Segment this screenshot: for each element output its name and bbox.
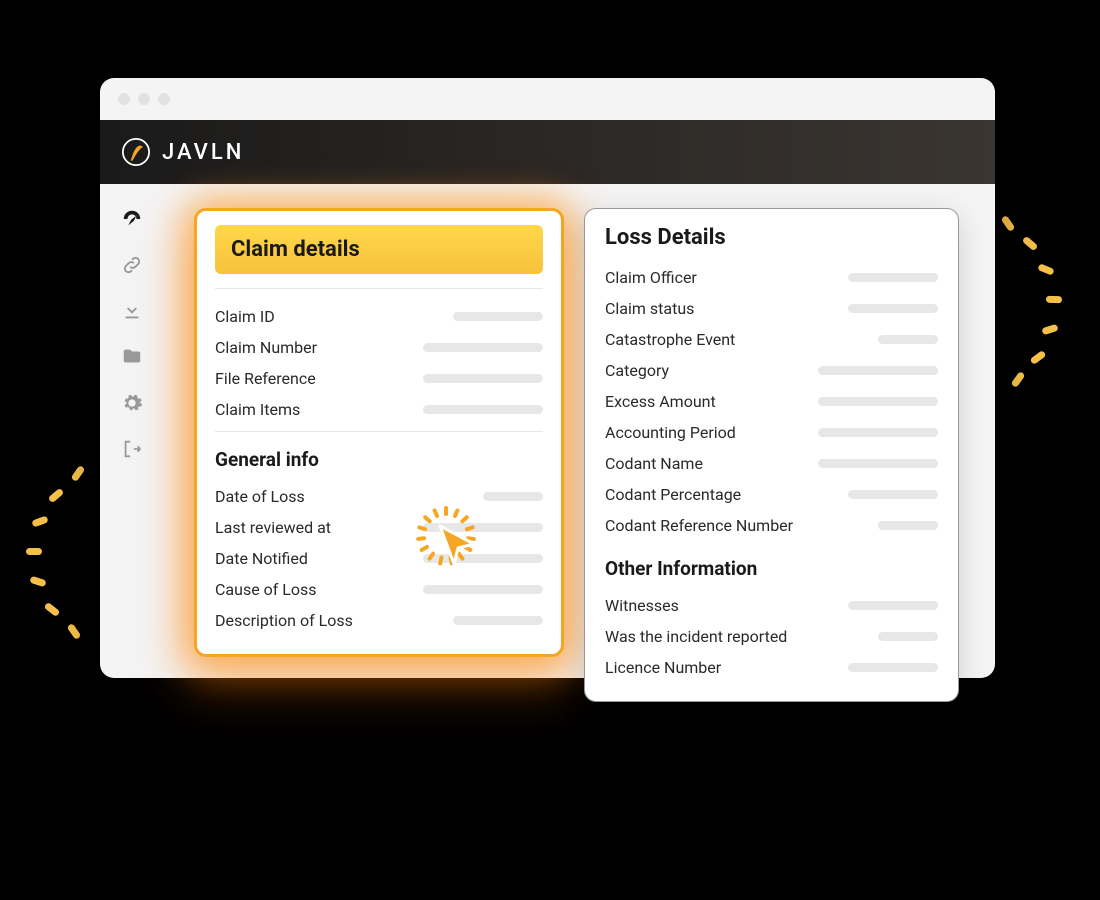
field-row: Claim status xyxy=(605,293,938,324)
field-row: Category xyxy=(605,355,938,386)
brand[interactable]: JAVLN xyxy=(122,138,244,166)
download-icon[interactable] xyxy=(121,300,143,322)
field-label: Cause of Loss xyxy=(215,580,317,599)
field-row: Date Notified xyxy=(215,543,543,574)
field-row: Codant Percentage xyxy=(605,479,938,510)
main-content: Claim details Claim ID Claim Number File… xyxy=(164,184,995,678)
field-value-placeholder xyxy=(453,616,543,625)
field-row: Codant Name xyxy=(605,448,938,479)
folder-icon[interactable] xyxy=(121,346,143,368)
field-label: Claim status xyxy=(605,299,694,318)
field-value-placeholder xyxy=(483,492,543,501)
divider xyxy=(215,431,543,432)
field-row: Date of Loss xyxy=(215,481,543,512)
divider xyxy=(215,288,543,289)
field-value-placeholder xyxy=(848,304,938,313)
window-close-dot[interactable] xyxy=(118,93,130,105)
claim-details-card: Claim details Claim ID Claim Number File… xyxy=(194,208,564,657)
brand-name: JAVLN xyxy=(162,140,244,165)
window-minimize-dot[interactable] xyxy=(138,93,150,105)
field-label: Licence Number xyxy=(605,658,721,677)
field-label: Category xyxy=(605,361,669,380)
field-value-placeholder xyxy=(423,554,543,563)
field-label: Date of Loss xyxy=(215,487,305,506)
sidebar xyxy=(100,184,164,678)
link-icon[interactable] xyxy=(121,254,143,276)
field-row: Claim Officer xyxy=(605,262,938,293)
decorative-sparks-right xyxy=(990,220,1100,420)
logout-icon[interactable] xyxy=(121,438,143,460)
field-row: Licence Number xyxy=(605,652,938,683)
top-navbar: JAVLN xyxy=(100,120,995,184)
field-label: File Reference xyxy=(215,369,316,388)
field-label: Excess Amount xyxy=(605,392,716,411)
field-value-placeholder xyxy=(818,459,938,468)
field-label: Catastrophe Event xyxy=(605,330,735,349)
field-value-placeholder xyxy=(848,663,938,672)
field-label: Accounting Period xyxy=(605,423,736,442)
field-value-placeholder xyxy=(878,521,938,530)
field-label: Witnesses xyxy=(605,596,679,615)
field-value-placeholder xyxy=(453,312,543,321)
field-row: Was the incident reported xyxy=(605,621,938,652)
field-row: File Reference xyxy=(215,363,543,394)
field-value-placeholder xyxy=(423,405,543,414)
settings-icon[interactable] xyxy=(121,392,143,414)
field-label: Claim Items xyxy=(215,400,300,419)
field-row: Claim Items xyxy=(215,394,543,425)
window-zoom-dot[interactable] xyxy=(158,93,170,105)
field-row: Cause of Loss xyxy=(215,574,543,605)
field-label: Description of Loss xyxy=(215,611,353,630)
field-value-placeholder xyxy=(423,374,543,383)
other-information-title: Other Information xyxy=(605,557,938,580)
app-window: JAVLN Claim details Claim ID Claim Numbe… xyxy=(100,78,995,678)
loss-details-title: Loss Details xyxy=(605,225,938,250)
field-label: Claim ID xyxy=(215,307,275,326)
field-label: Claim Officer xyxy=(605,268,697,287)
brand-logo-icon xyxy=(122,138,150,166)
general-info-title: General info xyxy=(215,448,543,471)
field-row: Codant Reference Number xyxy=(605,510,938,541)
field-label: Last reviewed at xyxy=(215,518,331,537)
field-row: Claim Number xyxy=(215,332,543,363)
field-row: Accounting Period xyxy=(605,417,938,448)
field-label: Codant Percentage xyxy=(605,485,741,504)
field-value-placeholder xyxy=(848,601,938,610)
field-label: Date Notified xyxy=(215,549,308,568)
field-row: Excess Amount xyxy=(605,386,938,417)
field-row: Claim ID xyxy=(215,301,543,332)
field-value-placeholder xyxy=(848,490,938,499)
field-value-placeholder xyxy=(423,523,543,532)
field-row: Catastrophe Event xyxy=(605,324,938,355)
field-value-placeholder xyxy=(818,397,938,406)
field-row: Witnesses xyxy=(605,590,938,621)
field-value-placeholder xyxy=(818,366,938,375)
window-titlebar xyxy=(100,78,995,120)
dashboard-icon[interactable] xyxy=(121,208,143,230)
field-label: Claim Number xyxy=(215,338,317,357)
field-value-placeholder xyxy=(423,343,543,352)
field-value-placeholder xyxy=(423,585,543,594)
field-row: Last reviewed at xyxy=(215,512,543,543)
field-label: Codant Name xyxy=(605,454,703,473)
field-value-placeholder xyxy=(878,632,938,641)
field-value-placeholder xyxy=(878,335,938,344)
field-value-placeholder xyxy=(848,273,938,282)
claim-details-title: Claim details xyxy=(215,225,543,274)
field-label: Was the incident reported xyxy=(605,627,787,646)
loss-details-card: Loss Details Claim Officer Claim status … xyxy=(584,208,959,702)
field-value-placeholder xyxy=(818,428,938,437)
field-row: Description of Loss xyxy=(215,605,543,636)
field-label: Codant Reference Number xyxy=(605,516,793,535)
